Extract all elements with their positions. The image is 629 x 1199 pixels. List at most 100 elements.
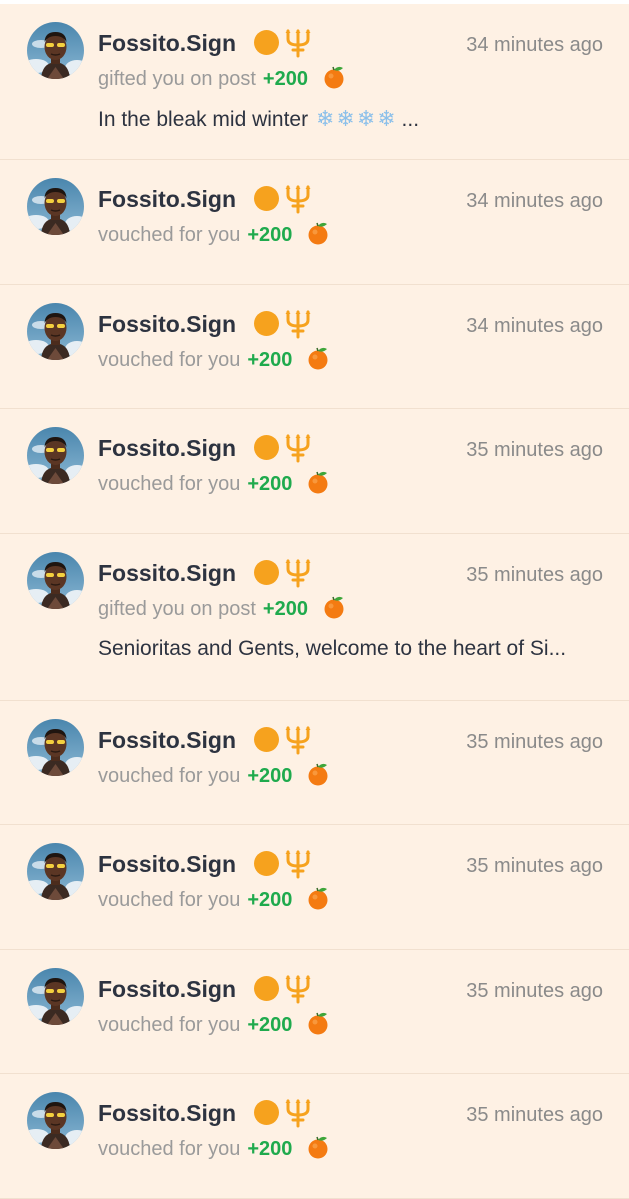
amount: +200: [247, 889, 293, 911]
action-line: vouched for you +200: [98, 1135, 329, 1159]
amount: +200: [247, 349, 293, 371]
post-preview-text: In the bleak mid winter: [98, 108, 309, 131]
tangerine-icon: [308, 66, 345, 90]
amount: +200: [247, 765, 293, 787]
timestamp: 34 minutes ago: [466, 190, 603, 212]
amount: +200: [262, 598, 308, 620]
tangerine-icon: [308, 596, 345, 620]
timestamp: 34 minutes ago: [466, 34, 603, 56]
tangerine-icon: [292, 1012, 329, 1036]
trident-icon: [283, 28, 313, 58]
username[interactable]: Fossito.Sign: [98, 853, 236, 876]
avatar[interactable]: [27, 719, 84, 776]
action-line: vouched for you +200: [98, 346, 329, 370]
orange-circle-icon: [254, 1100, 279, 1125]
trident-icon: [283, 184, 313, 214]
trident-icon: [283, 974, 313, 1004]
trident-icon: [283, 558, 313, 588]
trident-icon: [283, 1098, 313, 1128]
action-line: gifted you on post +200: [98, 65, 345, 89]
avatar[interactable]: [27, 303, 84, 360]
username[interactable]: Fossito.Sign: [98, 188, 236, 211]
avatar[interactable]: [27, 552, 84, 609]
notification-item[interactable]: Fossito.Sign 35 minutes ago vouched for …: [0, 701, 629, 825]
username[interactable]: Fossito.Sign: [98, 729, 236, 752]
orange-circle-icon: [254, 186, 279, 211]
action-text: gifted you on post: [98, 68, 256, 90]
orange-circle-icon: [254, 30, 279, 55]
amount: +200: [262, 68, 308, 90]
amount: +200: [247, 473, 293, 495]
tangerine-icon: [292, 763, 329, 787]
action-text: vouched for you: [98, 473, 241, 495]
timestamp: 35 minutes ago: [466, 439, 603, 461]
tangerine-icon: [292, 887, 329, 911]
action-text: vouched for you: [98, 349, 241, 371]
orange-circle-icon: [254, 727, 279, 752]
avatar[interactable]: [27, 427, 84, 484]
orange-circle-icon: [254, 311, 279, 336]
timestamp: 35 minutes ago: [466, 855, 603, 877]
preview-ellipsis: ...: [401, 108, 420, 131]
amount: +200: [247, 224, 293, 246]
orange-circle-icon: [254, 435, 279, 460]
notification-item[interactable]: Fossito.Sign 35 minutes ago gifted you o…: [0, 534, 629, 701]
tangerine-icon: [292, 1136, 329, 1160]
username[interactable]: Fossito.Sign: [98, 562, 236, 585]
post-preview[interactable]: Senioritas and Gents, welcome to the hea…: [98, 638, 566, 659]
notification-item[interactable]: Fossito.Sign 35 minutes ago vouched for …: [0, 409, 629, 534]
amount: +200: [247, 1138, 293, 1160]
snowflake-icon: ❄: [336, 106, 355, 131]
username[interactable]: Fossito.Sign: [98, 1102, 236, 1125]
avatar[interactable]: [27, 22, 84, 79]
username[interactable]: Fossito.Sign: [98, 313, 236, 336]
notification-item[interactable]: Fossito.Sign 35 minutes ago vouched for …: [0, 825, 629, 950]
notification-item[interactable]: Fossito.Sign 35 minutes ago vouched for …: [0, 950, 629, 1074]
action-text: vouched for you: [98, 765, 241, 787]
username[interactable]: Fossito.Sign: [98, 978, 236, 1001]
tangerine-icon: [292, 471, 329, 495]
timestamp: 35 minutes ago: [466, 1104, 603, 1126]
action-text: vouched for you: [98, 224, 241, 246]
notifications-feed: Fossito.Sign 34 minutes ago gifted you o…: [0, 0, 629, 1199]
action-line: vouched for you +200: [98, 470, 329, 494]
username[interactable]: Fossito.Sign: [98, 32, 236, 55]
trident-icon: [283, 849, 313, 879]
timestamp: 35 minutes ago: [466, 731, 603, 753]
notification-item[interactable]: Fossito.Sign 34 minutes ago gifted you o…: [0, 4, 629, 160]
action-line: vouched for you +200: [98, 221, 329, 245]
timestamp: 35 minutes ago: [466, 564, 603, 586]
snowflake-icon: ❄: [356, 106, 376, 131]
avatar[interactable]: [27, 968, 84, 1025]
orange-circle-icon: [254, 851, 279, 876]
avatar[interactable]: [27, 178, 84, 235]
action-text: vouched for you: [98, 1014, 241, 1036]
action-text: vouched for you: [98, 889, 241, 911]
tangerine-icon: [292, 347, 329, 371]
snowflake-icon: ❄: [315, 106, 335, 131]
action-line: vouched for you +200: [98, 886, 329, 910]
snowflake-icon: ❄: [377, 106, 396, 131]
avatar[interactable]: [27, 843, 84, 900]
username[interactable]: Fossito.Sign: [98, 437, 236, 460]
notification-item[interactable]: Fossito.Sign 34 minutes ago vouched for …: [0, 285, 629, 409]
trident-icon: [283, 725, 313, 755]
trident-icon: [283, 309, 313, 339]
post-preview[interactable]: In the bleak mid winter ❄❄❄❄ ...: [98, 106, 420, 131]
tangerine-icon: [292, 222, 329, 246]
post-preview-text: Senioritas and Gents, welcome to the hea…: [98, 637, 567, 660]
action-text: vouched for you: [98, 1138, 241, 1160]
notification-item[interactable]: Fossito.Sign 34 minutes ago vouched for …: [0, 160, 629, 285]
action-line: gifted you on post +200: [98, 595, 345, 619]
action-text: gifted you on post: [98, 598, 256, 620]
avatar[interactable]: [27, 1092, 84, 1149]
timestamp: 35 minutes ago: [466, 980, 603, 1002]
notification-item[interactable]: Fossito.Sign 35 minutes ago vouched for …: [0, 1074, 629, 1199]
trident-icon: [283, 433, 313, 463]
orange-circle-icon: [254, 560, 279, 585]
orange-circle-icon: [254, 976, 279, 1001]
action-line: vouched for you +200: [98, 762, 329, 786]
amount: +200: [247, 1014, 293, 1036]
action-line: vouched for you +200: [98, 1011, 329, 1035]
timestamp: 34 minutes ago: [466, 315, 603, 337]
